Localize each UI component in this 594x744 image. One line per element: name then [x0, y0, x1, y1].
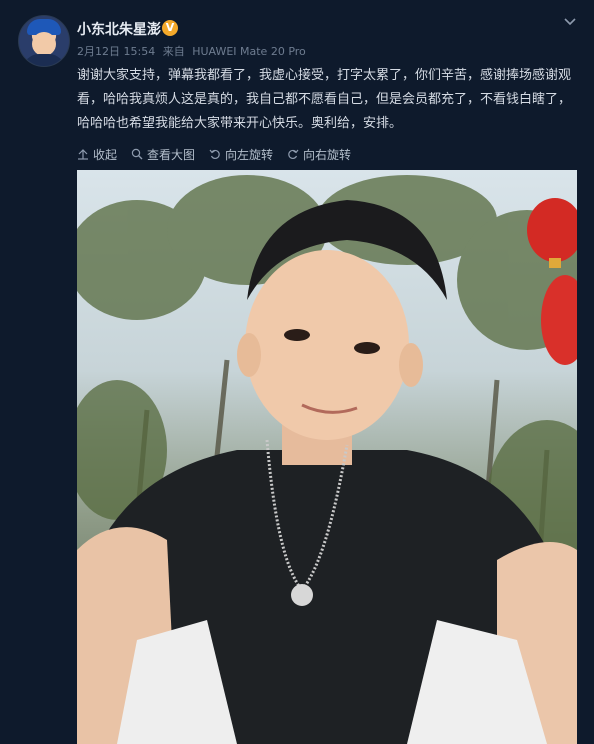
verified-badge-icon: V	[162, 20, 178, 36]
rotate-right-label: 向右旋转	[303, 147, 352, 162]
rotate-left-button[interactable]: 向左旋转	[209, 146, 273, 162]
user-avatar[interactable]	[18, 15, 70, 67]
post-meta: 2月12日 15:54 来自 HUAWEI Mate 20 Pro	[77, 43, 310, 59]
selfie-photo-illustration	[77, 175, 577, 744]
rotate-right-icon	[288, 149, 299, 160]
post-content: 谢谢大家支持，弹幕我都看了，我虚心接受，打字太累了，你们辛苦，感谢捧场感谢观看，…	[77, 68, 572, 131]
avatar-face	[32, 32, 56, 56]
image-toolbar: 收起 查看大图 向左旋转 向右旋转	[77, 146, 351, 162]
collapse-button[interactable]: 收起	[77, 146, 117, 162]
post-photo[interactable]	[77, 170, 577, 744]
username-link[interactable]: 小东北朱星澎	[77, 19, 161, 39]
avatar-shirt	[23, 54, 65, 66]
post-date[interactable]: 2月12日 15:54	[77, 45, 155, 58]
view-large-button[interactable]: 查看大图	[131, 146, 195, 162]
chevron-down-icon[interactable]	[563, 14, 577, 28]
source-device: HUAWEI Mate 20 Pro	[192, 45, 306, 58]
arrow-up-icon	[78, 149, 88, 160]
magnifier-icon	[131, 148, 143, 160]
rotate-left-icon	[209, 149, 220, 160]
collapse-label: 收起	[93, 147, 118, 162]
rotate-right-button[interactable]: 向右旋转	[287, 146, 351, 162]
view-large-label: 查看大图	[147, 147, 196, 162]
source-prefix: 来自	[162, 45, 185, 58]
rotate-left-label: 向左旋转	[225, 147, 274, 162]
